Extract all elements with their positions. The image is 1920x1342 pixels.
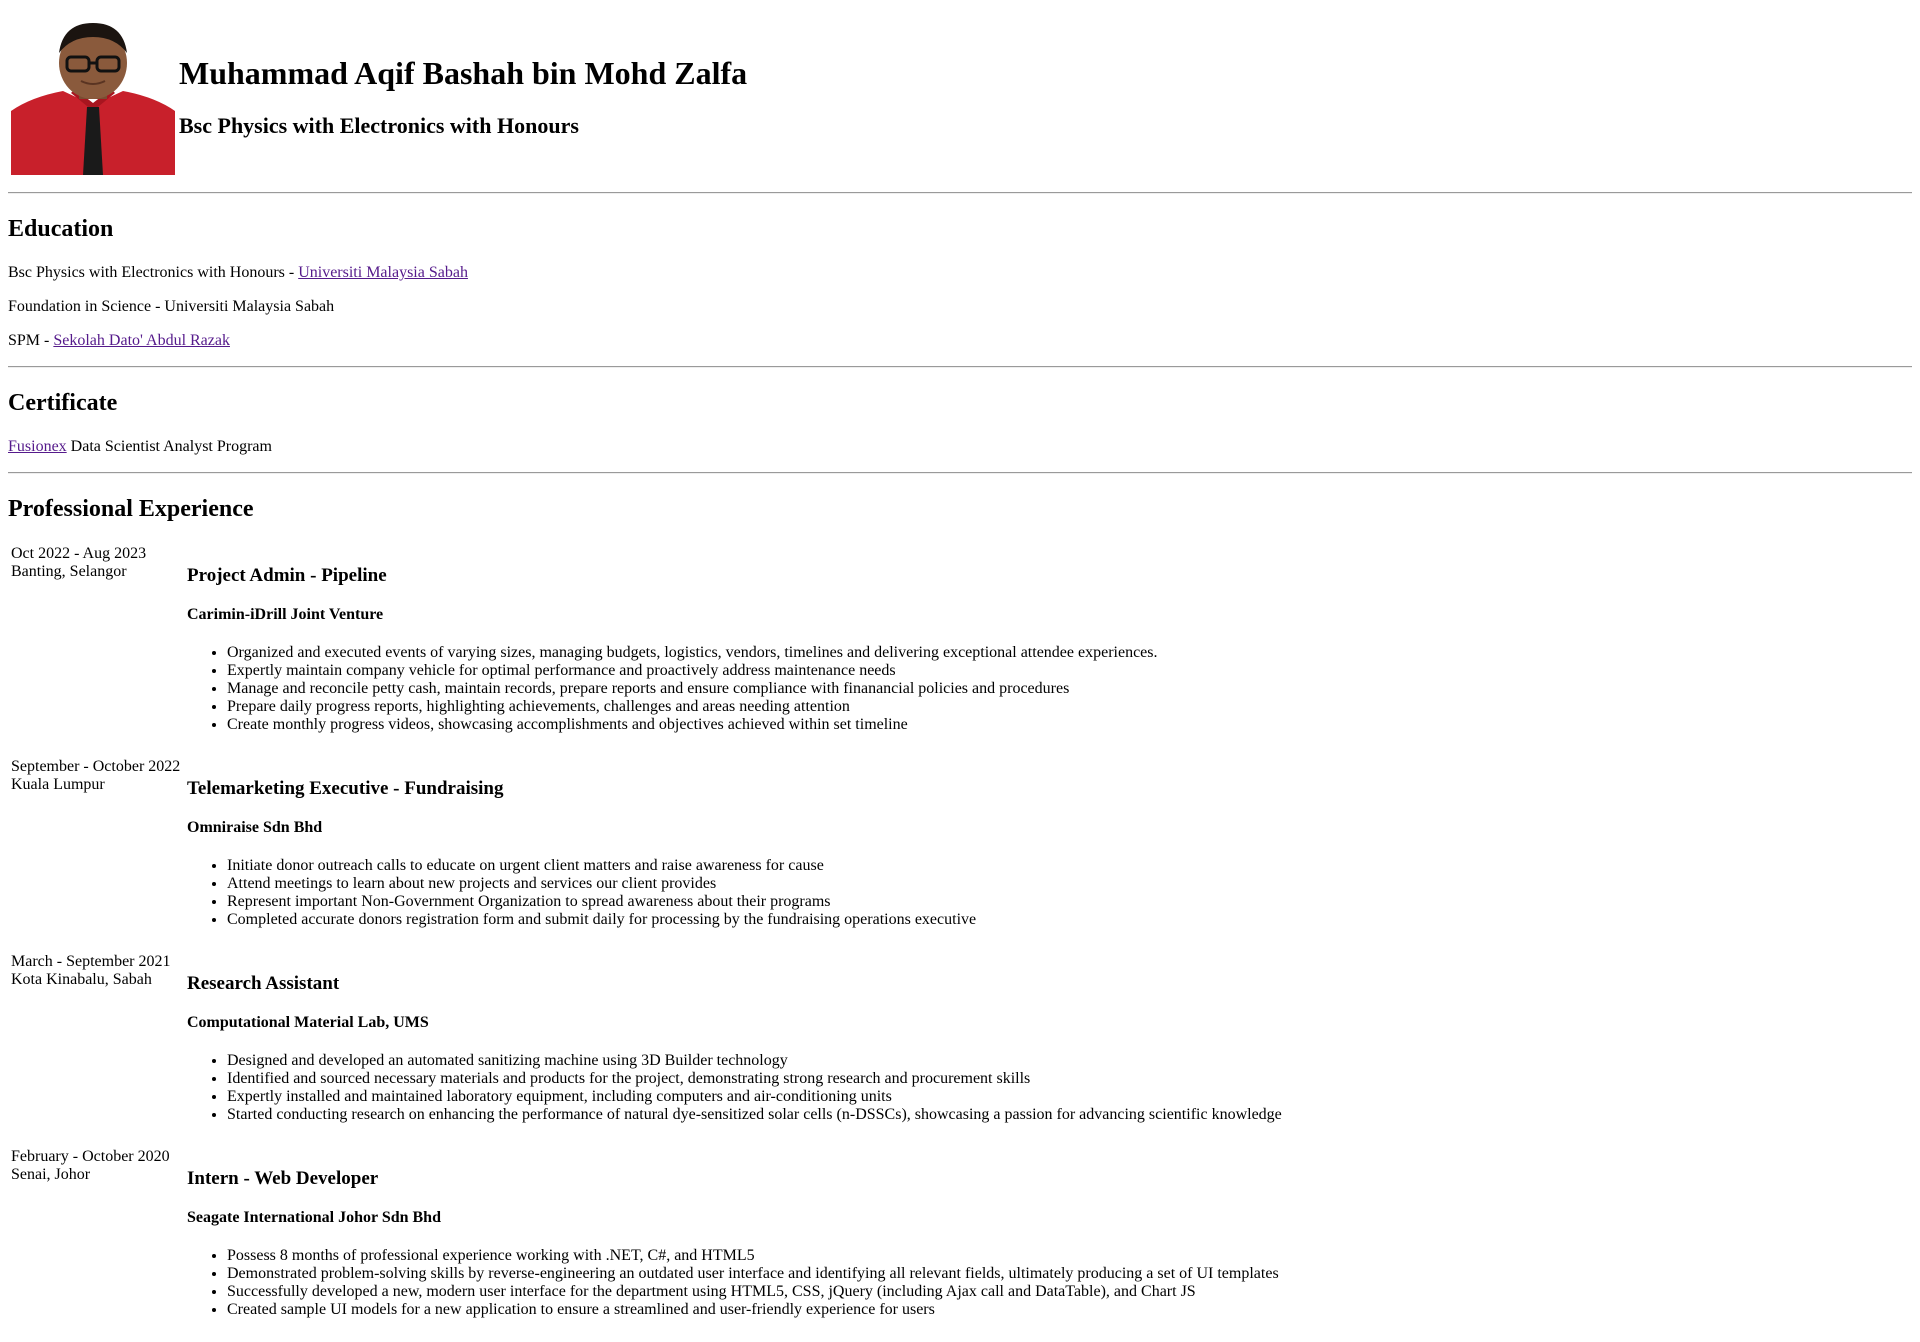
duty-item: Attend meetings to learn about new proje…: [227, 875, 1282, 893]
job-dates: September - October 2022: [11, 758, 181, 775]
job-entry: Oct 2022 - Aug 2023 Banting, Selangor Pr…: [10, 544, 1283, 755]
duty-item: Started conducting research on enhancing…: [227, 1106, 1282, 1124]
job-details: Telemarketing Executive - Fundraising Om…: [186, 757, 1283, 950]
profile-photo: [11, 19, 175, 175]
job-location: Kuala Lumpur: [11, 776, 105, 793]
certificate-item: Fusionex Data Scientist Analyst Program: [8, 438, 1912, 456]
job-company: Seagate International Johor Sdn Bhd: [187, 1209, 441, 1226]
profile-header: Muhammad Aqif Bashah bin Mohd Zalfa Bsc …: [8, 16, 750, 178]
job-entry: March - September 2021 Kota Kinabalu, Sa…: [10, 952, 1283, 1145]
certificate-text: Data Scientist Analyst Program: [66, 438, 272, 455]
education-item: Bsc Physics with Electronics with Honour…: [8, 264, 1912, 282]
person-name: Muhammad Aqif Bashah bin Mohd Zalfa: [179, 55, 748, 91]
experience-table: Oct 2022 - Aug 2023 Banting, Selangor Pr…: [8, 542, 1285, 1342]
duty-item: Completed accurate donors registration f…: [227, 911, 1282, 929]
job-entry: February - October 2020 Senai, Johor Int…: [10, 1147, 1283, 1340]
job-meta: February - October 2020 Senai, Johor: [10, 1147, 184, 1340]
job-details: Project Admin - Pipeline Carimin-iDrill …: [186, 544, 1283, 755]
job-duties: Possess 8 months of professional experie…: [187, 1247, 1282, 1319]
duty-item: Initiate donor outreach calls to educate…: [227, 857, 1282, 875]
job-company: Computational Material Lab, UMS: [187, 1014, 429, 1031]
duty-item: Prepare daily progress reports, highligh…: [227, 698, 1282, 716]
education-section: Education Bsc Physics with Electronics w…: [8, 194, 1912, 350]
job-location: Senai, Johor: [11, 1166, 91, 1183]
job-location: Kota Kinabalu, Sabah: [11, 971, 152, 988]
resume-page: Muhammad Aqif Bashah bin Mohd Zalfa Bsc …: [8, 0, 1912, 1342]
education-text: SPM -: [8, 332, 54, 349]
job-duties: Initiate donor outreach calls to educate…: [187, 857, 1282, 929]
job-entry: September - October 2022 Kuala Lumpur Te…: [10, 757, 1283, 950]
photo-cell: [10, 18, 176, 176]
job-details: Research Assistant Computational Materia…: [186, 952, 1283, 1145]
education-item: Foundation in Science - Universiti Malay…: [8, 298, 1912, 316]
duty-item: Designed and developed an automated sani…: [227, 1052, 1282, 1070]
certificate-section: Certificate Fusionex Data Scientist Anal…: [8, 368, 1912, 456]
title-cell: Muhammad Aqif Bashah bin Mohd Zalfa Bsc …: [178, 18, 748, 176]
job-meta: March - September 2021 Kota Kinabalu, Sa…: [10, 952, 184, 1145]
duty-item: Expertly installed and maintained labora…: [227, 1088, 1282, 1106]
school-link[interactable]: Sekolah Dato' Abdul Razak: [53, 332, 230, 349]
education-item: SPM - Sekolah Dato' Abdul Razak: [8, 332, 1912, 350]
university-link[interactable]: Universiti Malaysia Sabah: [298, 264, 468, 281]
section-heading-education: Education: [8, 216, 114, 242]
section-heading-experience: Professional Experience: [8, 496, 254, 522]
job-title: Research Assistant: [187, 973, 340, 994]
education-text: Bsc Physics with Electronics with Honour…: [8, 264, 299, 281]
job-title: Project Admin - Pipeline: [187, 565, 387, 586]
duty-item: Create monthly progress videos, showcasi…: [227, 716, 1282, 734]
duty-item: Successfully developed a new, modern use…: [227, 1283, 1282, 1301]
duty-item: Organized and executed events of varying…: [227, 644, 1282, 662]
job-meta: September - October 2022 Kuala Lumpur: [10, 757, 184, 950]
job-location: Banting, Selangor: [11, 563, 127, 580]
duty-item: Manage and reconcile petty cash, maintai…: [227, 680, 1282, 698]
job-duties: Organized and executed events of varying…: [187, 644, 1282, 734]
duty-item: Possess 8 months of professional experie…: [227, 1247, 1282, 1265]
experience-section: Professional Experience Oct 2022 - Aug 2…: [8, 474, 1912, 1342]
job-title: Intern - Web Developer: [187, 1168, 379, 1189]
duty-item: Demonstrated problem-solving skills by r…: [227, 1265, 1282, 1283]
job-meta: Oct 2022 - Aug 2023 Banting, Selangor: [10, 544, 184, 755]
job-company: Carimin-iDrill Joint Venture: [187, 606, 384, 623]
duty-item: Created sample UI models for a new appli…: [227, 1301, 1282, 1319]
job-dates: February - October 2020: [11, 1148, 170, 1165]
fusionex-link[interactable]: Fusionex: [8, 438, 67, 455]
duty-item: Identified and sourced necessary materia…: [227, 1070, 1282, 1088]
duty-item: Expertly maintain company vehicle for op…: [227, 662, 1282, 680]
job-dates: Oct 2022 - Aug 2023: [11, 545, 147, 562]
section-heading-certificate: Certificate: [8, 390, 118, 416]
education-text: Foundation in Science - Universiti Malay…: [8, 298, 335, 315]
job-title: Telemarketing Executive - Fundraising: [187, 778, 504, 799]
job-duties: Designed and developed an automated sani…: [187, 1052, 1282, 1124]
job-company: Omniraise Sdn Bhd: [187, 819, 323, 836]
duty-item: Represent important Non-Government Organ…: [227, 893, 1282, 911]
job-details: Intern - Web Developer Seagate Internati…: [186, 1147, 1283, 1340]
headline-degree: Bsc Physics with Electronics with Honour…: [179, 113, 579, 138]
job-dates: March - September 2021: [11, 953, 171, 970]
